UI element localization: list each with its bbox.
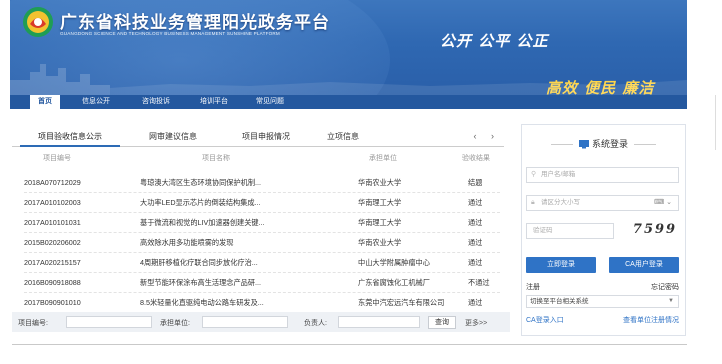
login-panel: 系统登录 ⚲ 用户名/邮箱 🔒︎ 请区分大小写 ⌨ ⌄ 验证码 7599 立即登…	[521, 124, 686, 336]
nav-item-training-platform[interactable]: 培训平台	[186, 95, 242, 109]
column-header-project-name: 项目名称	[202, 155, 230, 162]
person-label: 负责人:	[304, 320, 327, 327]
forgot-password-link[interactable]: 忘记密码	[651, 282, 679, 292]
cell-project-name[interactable]: 8.5米轻量化直驱纯电动公路车研发及...	[140, 298, 320, 308]
search-button[interactable]: 查询	[428, 316, 456, 329]
platform-title: 广东省科技业务管理阳光政务平台	[60, 13, 330, 32]
search-bar: 项目编号: 承担单位: 负责人: 查询 更多>>	[12, 312, 510, 332]
cell-unit: 华南理工大学	[358, 218, 402, 227]
tab-scroll-arrows[interactable]: ‹ ›	[474, 128, 501, 145]
unit-input[interactable]	[202, 316, 288, 328]
header-banner: 广东省科技业务管理阳光政务平台 GUANGDONG SCIENCE AND TE…	[10, 0, 687, 95]
cell-unit: 东莞中汽宏远汽车有限公司	[358, 298, 445, 307]
username-field[interactable]: ⚲ 用户名/邮箱	[526, 167, 679, 183]
column-header-project-no: 项目编号	[43, 155, 71, 162]
table-row[interactable]: 2017B090901010 8.5米轻量化直驱纯电动公路车研发及... 东莞中…	[24, 294, 500, 313]
tab-review-suggestions[interactable]: 网审建议信息	[137, 128, 209, 145]
lock-icon: 🔒︎	[531, 199, 535, 206]
table-row[interactable]: 2017A010102003 大功率LED显示芯片的倒装结构集成... 华南理工…	[24, 194, 500, 213]
unit-label: 承担单位:	[160, 320, 190, 327]
cell-unit: 华南农业大学	[358, 178, 402, 187]
cell-project-name[interactable]: 基于微流和视觉的LIV加速器创建关键...	[140, 218, 320, 228]
info-tabs: 项目验收信息公示 网审建议信息 项目申报情况 立项信息 ‹ ›	[12, 128, 504, 147]
system-switch-select[interactable]: 切换至平台相关系统 ▼	[526, 295, 679, 308]
cell-project-name[interactable]: 4周期肝移植化疗联合同步放化疗治...	[140, 258, 320, 268]
person-input[interactable]	[338, 316, 420, 328]
cell-result: 不通过	[468, 278, 490, 287]
table-row[interactable]: 2017A010101031 基于微流和视觉的LIV加速器创建关键... 华南理…	[24, 214, 500, 233]
nav-item-home[interactable]: 首页	[30, 95, 60, 109]
password-placeholder: 请区分大小写	[541, 199, 580, 206]
nav-item-info-disclosure[interactable]: 信息公开	[70, 95, 122, 109]
keyboard-icon[interactable]: ⌨ ⌄	[654, 196, 672, 210]
cell-unit: 中山大学附属肿瘤中心	[358, 258, 430, 267]
cell-project-no: 2017A010102003	[24, 198, 81, 207]
cell-project-no: 2015B020206002	[24, 238, 81, 247]
captcha-field[interactable]: 验证码	[526, 223, 614, 239]
captcha-placeholder: 验证码	[533, 227, 553, 234]
tab-project-approval[interactable]: 立项信息	[318, 128, 368, 145]
password-field[interactable]: 🔒︎ 请区分大小写 ⌨ ⌄	[526, 195, 679, 211]
cell-unit: 广东省腐蚀化工机械厂	[358, 278, 430, 287]
cell-result: 通过	[468, 238, 483, 247]
cell-unit: 华南理工大学	[358, 198, 402, 207]
cell-project-name[interactable]: 大功率LED显示芯片的倒装结构集成...	[140, 198, 320, 208]
cell-result: 通过	[468, 298, 483, 307]
monitor-icon	[578, 140, 589, 149]
cell-result: 通过	[468, 258, 483, 267]
more-link[interactable]: 更多>>	[465, 318, 487, 328]
register-link[interactable]: 注册	[526, 282, 540, 292]
cell-project-no: 2018A070712029	[24, 178, 81, 187]
nav-item-faq[interactable]: 常见问题	[242, 95, 298, 109]
captcha-image[interactable]: 7599	[630, 221, 680, 239]
project-no-input[interactable]	[66, 316, 152, 328]
table-row[interactable]: 2015B020206002 高效除水用多功能喷雾的发现 华南农业大学 通过	[24, 234, 500, 253]
table-row[interactable]: 2018A070712029 粤琼澳大湾区生态环境协同保护机制... 华南农业大…	[24, 174, 500, 193]
project-no-label: 项目编号:	[18, 320, 48, 327]
heading-rule-left	[550, 144, 573, 146]
ca-login-button[interactable]: CA用户登录	[609, 257, 679, 273]
page-edge-divider	[715, 95, 716, 150]
login-button[interactable]: 立即登录	[526, 257, 596, 273]
user-icon: ⚲	[531, 171, 537, 178]
platform-subtitle: GUANGDONG SCIENCE AND TECHNOLOGY BUSINES…	[60, 31, 280, 36]
chevron-down-icon: ▼	[668, 298, 674, 304]
cell-unit: 华南农业大学	[358, 238, 402, 247]
tab-application-status[interactable]: 项目申报情况	[230, 128, 302, 145]
column-header-result: 验收结果	[462, 155, 490, 162]
table-row[interactable]: 2017A020215157 4周期肝移植化疗联合同步放化疗治... 中山大学附…	[24, 254, 500, 273]
system-switch-value: 切换至平台相关系统	[530, 298, 589, 305]
bottom-divider	[12, 344, 687, 345]
cell-project-name[interactable]: 新型节能环保涂布高生活理念产品研...	[140, 278, 320, 288]
cell-project-no: 2017A020215157	[24, 258, 81, 267]
unit-registration-link[interactable]: 查看单位注册情况	[623, 315, 679, 325]
cell-result: 通过	[468, 218, 483, 227]
cell-project-no: 2017A010101031	[24, 218, 81, 227]
login-heading: 系统登录	[591, 139, 628, 149]
column-header-unit: 承担单位	[369, 155, 397, 162]
heading-rule-right	[634, 144, 656, 146]
nav-item-consult-complaint[interactable]: 咨询投诉	[128, 95, 184, 109]
cell-project-name[interactable]: 粤琼澳大湾区生态环境协同保护机制...	[140, 178, 320, 188]
ca-entry-link[interactable]: CA登录入口	[526, 315, 564, 325]
platform-logo-icon	[23, 7, 53, 37]
main-nav-bar: 首页 信息公开 咨询投诉 培训平台 常见问题	[10, 95, 687, 109]
slogan-fairness: 公开 公平 公正	[440, 32, 549, 50]
cell-result: 通过	[468, 198, 483, 207]
city-skyline-graphic	[10, 64, 687, 95]
cell-project-no: 2016B090918088	[24, 278, 81, 287]
cell-project-no: 2017B090901010	[24, 298, 81, 307]
cell-project-name[interactable]: 高效除水用多功能喷雾的发现	[140, 238, 320, 248]
table-row[interactable]: 2016B090918088 新型节能环保涂布高生活理念产品研... 广东省腐蚀…	[24, 274, 500, 293]
username-placeholder: 用户名/邮箱	[541, 171, 576, 178]
tab-acceptance-publicity[interactable]: 项目验收信息公示	[20, 128, 120, 147]
cell-result: 结题	[468, 178, 483, 187]
login-heading-row: 系统登录	[522, 137, 685, 150]
